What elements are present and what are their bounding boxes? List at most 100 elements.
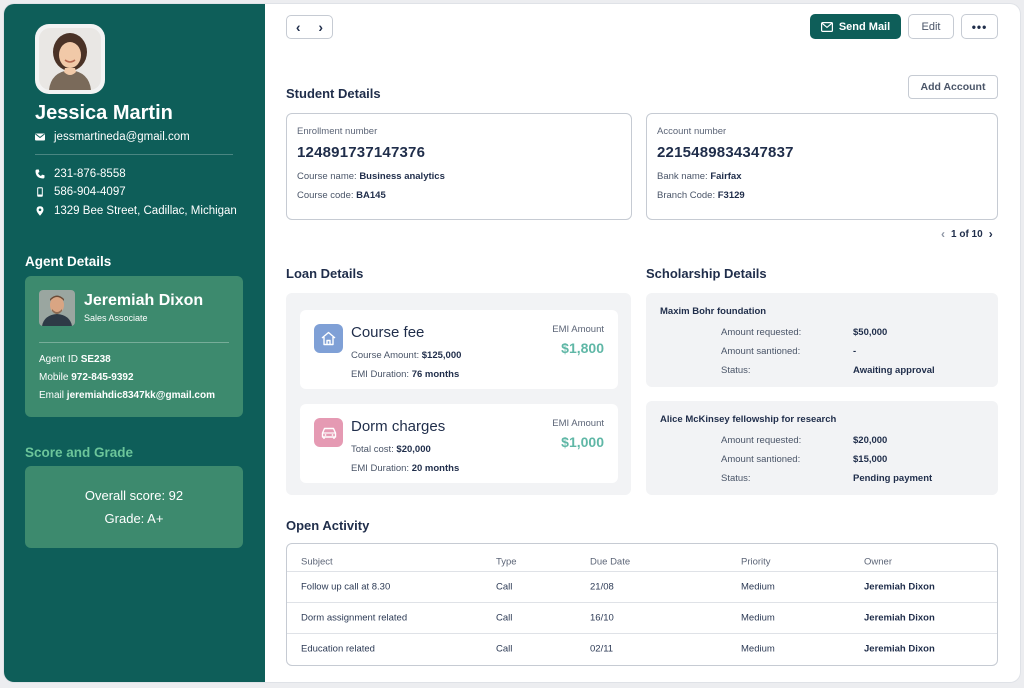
email-row[interactable]: jessmartineda@gmail.com [35, 131, 190, 143]
emi-amount: $1,800 [561, 340, 604, 356]
edit-button[interactable]: Edit [908, 14, 954, 39]
loan-card[interactable]: Course fee Course Amount: $125,000 EMI D… [300, 310, 618, 389]
car-icon [314, 418, 343, 447]
loan-duration-label: EMI Duration: [351, 369, 410, 380]
chevron-right-icon[interactable]: › [989, 227, 993, 241]
table-row[interactable]: Education related Call 02/11 Medium Jere… [287, 633, 997, 664]
branch-code-label: Branch Code: [657, 190, 716, 201]
chevron-left-icon[interactable]: ‹ [941, 227, 945, 241]
course-name-row: Course name: Business analytics [297, 171, 445, 182]
column-header-subject[interactable]: Subject [301, 556, 333, 567]
agent-mobile: Mobile 972-845-9392 [39, 372, 134, 383]
loan-panel: Course fee Course Amount: $125,000 EMI D… [286, 293, 631, 495]
sanctioned-value: $15,000 [853, 454, 888, 465]
column-header-priority[interactable]: Priority [741, 556, 771, 567]
bank-name-row: Bank name: Fairfax [657, 171, 742, 182]
send-mail-button[interactable]: Send Mail [810, 14, 901, 39]
course-name-label: Course name: [297, 171, 357, 182]
profile-email: jessmartineda@gmail.com [54, 131, 190, 143]
location-pin-icon [36, 206, 44, 216]
mobile-row[interactable]: 586-904-4097 [35, 186, 126, 198]
more-options-button[interactable]: ••• [961, 14, 998, 39]
enrollment-label: Enrollment number [297, 126, 378, 137]
chevron-left-icon[interactable]: ‹ [296, 19, 301, 35]
account-label: Account number [657, 126, 727, 137]
cell-type: Call [496, 612, 513, 624]
loan-details-title: Loan Details [286, 266, 364, 281]
emi-label: EMI Amount [552, 324, 604, 335]
column-header-type[interactable]: Type [496, 556, 517, 567]
loan-amount-value: $20,000 [396, 444, 431, 455]
scholarship-card[interactable]: Alice McKinsey fellowship for research A… [646, 401, 998, 495]
account-pager: ‹ 1 of 10 › [941, 227, 993, 241]
score-grade-title: Score and Grade [25, 445, 134, 460]
cell-owner: Jeremiah Dixon [864, 643, 935, 655]
open-activity-title: Open Activity [286, 518, 370, 533]
agent-photo-icon [39, 290, 75, 326]
agent-name: Jeremiah Dixon [84, 292, 204, 309]
app-window: Jessica Martin jessmartineda@gmail.com 2… [4, 4, 1020, 682]
score-card: Overall score: 92 Grade: A+ [25, 466, 243, 548]
activity-table: Subject Type Due Date Priority Owner Fol… [286, 543, 998, 666]
avatar [35, 24, 105, 94]
cell-priority: Medium [741, 581, 775, 593]
scholarship-name: Alice McKinsey fellowship for research [660, 414, 837, 425]
course-code-row: Course code: BA145 [297, 190, 386, 201]
scholarship-card[interactable]: Maxim Bohr foundation Amount requested: … [646, 293, 998, 387]
account-card: Account number 2215489834347837 Bank nam… [646, 113, 998, 220]
table-row[interactable]: Dorm assignment related Call 16/10 Mediu… [287, 602, 997, 633]
agent-id-label: Agent ID [39, 354, 78, 365]
loan-card[interactable]: Dorm charges Total cost: $20,000 EMI Dur… [300, 404, 618, 483]
column-header-due-date[interactable]: Due Date [590, 556, 630, 567]
course-name-value: Business analytics [359, 171, 445, 182]
home-icon [314, 324, 343, 353]
chevron-right-icon[interactable]: › [318, 19, 323, 35]
cell-priority: Medium [741, 643, 775, 655]
main-content: ‹ › Send Mail Edit ••• Student Details A… [265, 4, 1020, 682]
agent-id: Agent ID SE238 [39, 354, 111, 365]
bank-name-label: Bank name: [657, 171, 708, 182]
emi-amount: $1,000 [561, 434, 604, 450]
branch-code-row: Branch Code: F3129 [657, 190, 745, 201]
enrollment-card: Enrollment number 124891737147376 Course… [286, 113, 632, 220]
column-header-owner[interactable]: Owner [864, 556, 892, 567]
agent-email-value[interactable]: jeremiahdic8347kk@gmail.com [67, 390, 215, 401]
address-row: 1329 Bee Street, Cadillac, Michigan [35, 205, 237, 217]
requested-label: Amount requested: [721, 327, 802, 338]
loan-duration-value: 20 months [411, 463, 460, 474]
course-code-value: BA145 [356, 190, 386, 201]
student-details-title: Student Details [286, 86, 381, 101]
send-mail-label: Send Mail [838, 20, 891, 33]
record-nav: ‹ › [286, 15, 333, 39]
loan-duration-row: EMI Duration: 20 months [351, 463, 459, 474]
status-label: Status: [721, 473, 751, 484]
scholarship-name: Maxim Bohr foundation [660, 306, 767, 317]
profile-photo-icon [39, 28, 101, 90]
cell-priority: Medium [741, 612, 775, 624]
cell-subject: Education related [301, 643, 375, 655]
grade: Grade: A+ [104, 511, 164, 526]
status-label: Status: [721, 365, 751, 376]
branch-code-value: F3129 [717, 190, 745, 201]
course-code-label: Course code: [297, 190, 354, 201]
phone-row[interactable]: 231-876-8558 [35, 168, 126, 180]
loan-amount-row: Total cost: $20,000 [351, 444, 431, 455]
divider [39, 342, 229, 343]
table-row[interactable]: Follow up call at 8.30 Call 21/08 Medium… [287, 571, 997, 602]
requested-label: Amount requested: [721, 435, 802, 446]
status-value: Awaiting approval [853, 365, 935, 376]
loan-amount-row: Course Amount: $125,000 [351, 350, 461, 361]
loan-amount-label: Course Amount: [351, 350, 420, 361]
profile-name: Jessica Martin [35, 102, 173, 124]
add-account-button[interactable]: Add Account [908, 75, 998, 99]
loan-duration-row: EMI Duration: 76 months [351, 369, 459, 380]
loan-duration-value: 76 months [411, 369, 460, 380]
overall-score: Overall score: 92 [84, 488, 184, 503]
cell-owner: Jeremiah Dixon [864, 581, 935, 593]
profile-mobile: 586-904-4097 [54, 186, 126, 198]
cell-due-date: 21/08 [590, 581, 614, 593]
pager-label: 1 of 10 [951, 228, 983, 240]
cell-due-date: 16/10 [590, 612, 614, 624]
agent-role: Sales Associate [84, 313, 148, 323]
agent-email: Email jeremiahdic8347kk@gmail.com [39, 390, 215, 401]
